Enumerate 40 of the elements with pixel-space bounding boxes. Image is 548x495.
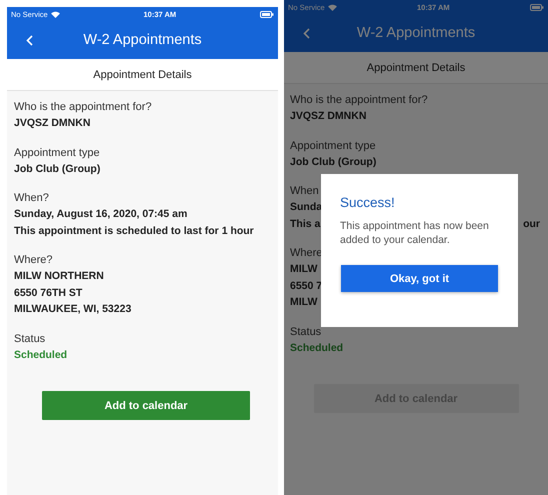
field-label: Where — [290, 246, 324, 261]
field-label: Appointment type — [14, 146, 101, 160]
field-label: Who is the appointment for? — [290, 93, 429, 108]
add-to-calendar-button[interactable]: Add to calendar — [42, 391, 250, 420]
subheader: Appointment Details — [284, 52, 548, 84]
field-value: Scheduled — [290, 340, 344, 356]
battery-icon — [530, 4, 544, 10]
battery-icon — [260, 10, 274, 18]
field-value: MILWAUKEE, WI, 53223 — [14, 302, 132, 317]
field-label: When? — [14, 191, 50, 206]
screen-title: W-2 Appointments — [356, 25, 476, 41]
wifi-icon — [50, 10, 60, 18]
field-value: 6550 76TH ST — [14, 286, 82, 300]
dialog-message: This appointment has now been added to your calendar. — [340, 219, 490, 247]
field-value: Sunday, August 16, 2020, 07:45 am — [14, 207, 188, 222]
field-value: Job Club (Group) — [14, 162, 100, 176]
field-value: our — [523, 216, 540, 232]
field-label: Status — [290, 324, 322, 340]
field-value: Scheduled — [14, 348, 68, 362]
field-value: MILW — [290, 262, 318, 277]
field-value: MILW — [290, 295, 318, 310]
field-label: Appointment type — [290, 138, 377, 154]
field-value: Job Club (Group) — [290, 154, 376, 170]
wifi-icon — [328, 4, 337, 10]
subheader: Appointment Details — [7, 59, 278, 91]
field-value: MILW NORTHERN — [14, 269, 104, 284]
field-label: Status — [14, 332, 46, 346]
back-icon[interactable] — [26, 35, 33, 46]
field-value: This appointment is scheduled to last for 1 hour — [14, 224, 254, 238]
field-value: JVQSZ DMNKN — [290, 109, 366, 124]
screen-title: W-2 Appointments — [83, 32, 202, 48]
field-value: Sunda — [290, 200, 322, 215]
field-value: This a — [290, 216, 320, 232]
field-label: When — [290, 184, 320, 199]
field-value: JVQSZ DMNKN — [14, 116, 90, 131]
confirm-button[interactable]: Okay, got it — [341, 265, 498, 292]
dialog-title: Success! — [340, 195, 396, 210]
field-label: Who is the appointment for? — [14, 100, 153, 115]
back-icon[interactable] — [303, 28, 310, 39]
field-label: Where? — [14, 253, 54, 268]
